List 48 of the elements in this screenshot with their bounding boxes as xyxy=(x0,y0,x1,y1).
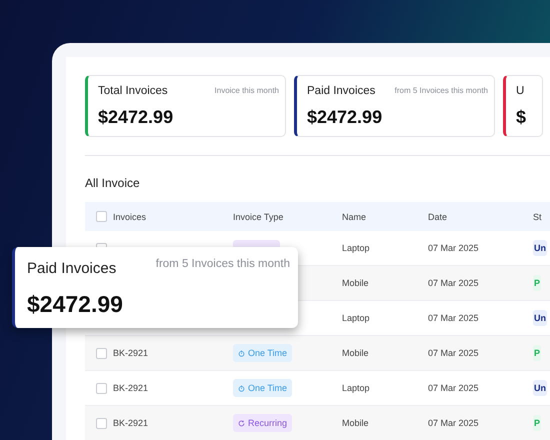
name-cell: Mobile xyxy=(342,278,369,288)
name-cell: Mobile xyxy=(342,348,369,358)
status-badge: P xyxy=(533,345,542,361)
status-badge: Un xyxy=(533,310,547,326)
date-cell: 07 Mar 2025 xyxy=(428,383,479,393)
card-title: U xyxy=(516,85,524,97)
timer-icon xyxy=(238,384,245,392)
status-badge: Un xyxy=(533,240,547,256)
invoice-type-badge: Recurring xyxy=(233,414,292,432)
amount-value: $2472.99 xyxy=(307,107,384,128)
checkbox[interactable] xyxy=(96,348,107,358)
column-header: Invoice Type xyxy=(233,212,284,222)
card-title: Paid Invoices xyxy=(27,260,116,277)
name-cell: Mobile xyxy=(342,418,369,428)
invoice-type-badge: One Time xyxy=(233,379,292,397)
invoice-id: BK-2921 xyxy=(113,418,148,428)
amount-value: $ xyxy=(516,107,528,128)
date-cell: 07 Mar 2025 xyxy=(428,348,479,358)
card-title: Total Invoices xyxy=(98,85,168,97)
date-cell: 07 Mar 2025 xyxy=(428,243,479,253)
card-subtitle: Invoice this month xyxy=(214,86,279,95)
refresh-icon xyxy=(238,420,245,426)
column-header: St xyxy=(533,212,542,222)
status-badge: P xyxy=(533,415,542,431)
checkbox[interactable] xyxy=(96,418,107,428)
name-cell: Laptop xyxy=(342,383,370,393)
status-badge: Un xyxy=(533,380,547,396)
column-header: Name xyxy=(342,212,366,222)
date-cell: 07 Mar 2025 xyxy=(428,313,479,323)
name-cell: Laptop xyxy=(342,243,370,253)
checkbox[interactable] xyxy=(96,382,107,394)
date-cell: 07 Mar 2025 xyxy=(428,418,479,428)
card-subtitle: from 5 Invoices this month xyxy=(156,258,290,270)
column-header: Invoices xyxy=(113,212,146,222)
date-cell: 07 Mar 2025 xyxy=(428,278,479,288)
invoice-id: BK-2921 xyxy=(113,383,148,393)
card-title: Paid Invoices xyxy=(307,85,376,97)
column-header: Date xyxy=(428,212,448,222)
timer-icon xyxy=(238,350,245,356)
invoice-id: BK-2921 xyxy=(113,348,148,358)
section-title: All Invoice xyxy=(85,176,141,190)
amount-value: $2472.99 xyxy=(27,291,124,318)
amount-value: $2472.99 xyxy=(98,107,174,128)
checkbox[interactable] xyxy=(96,211,107,222)
invoice-type-badge: One Time xyxy=(233,344,292,362)
name-cell: Laptop xyxy=(342,313,370,323)
status-badge: P xyxy=(533,275,542,291)
card-subtitle: from 5 Invoices this month xyxy=(394,86,488,95)
